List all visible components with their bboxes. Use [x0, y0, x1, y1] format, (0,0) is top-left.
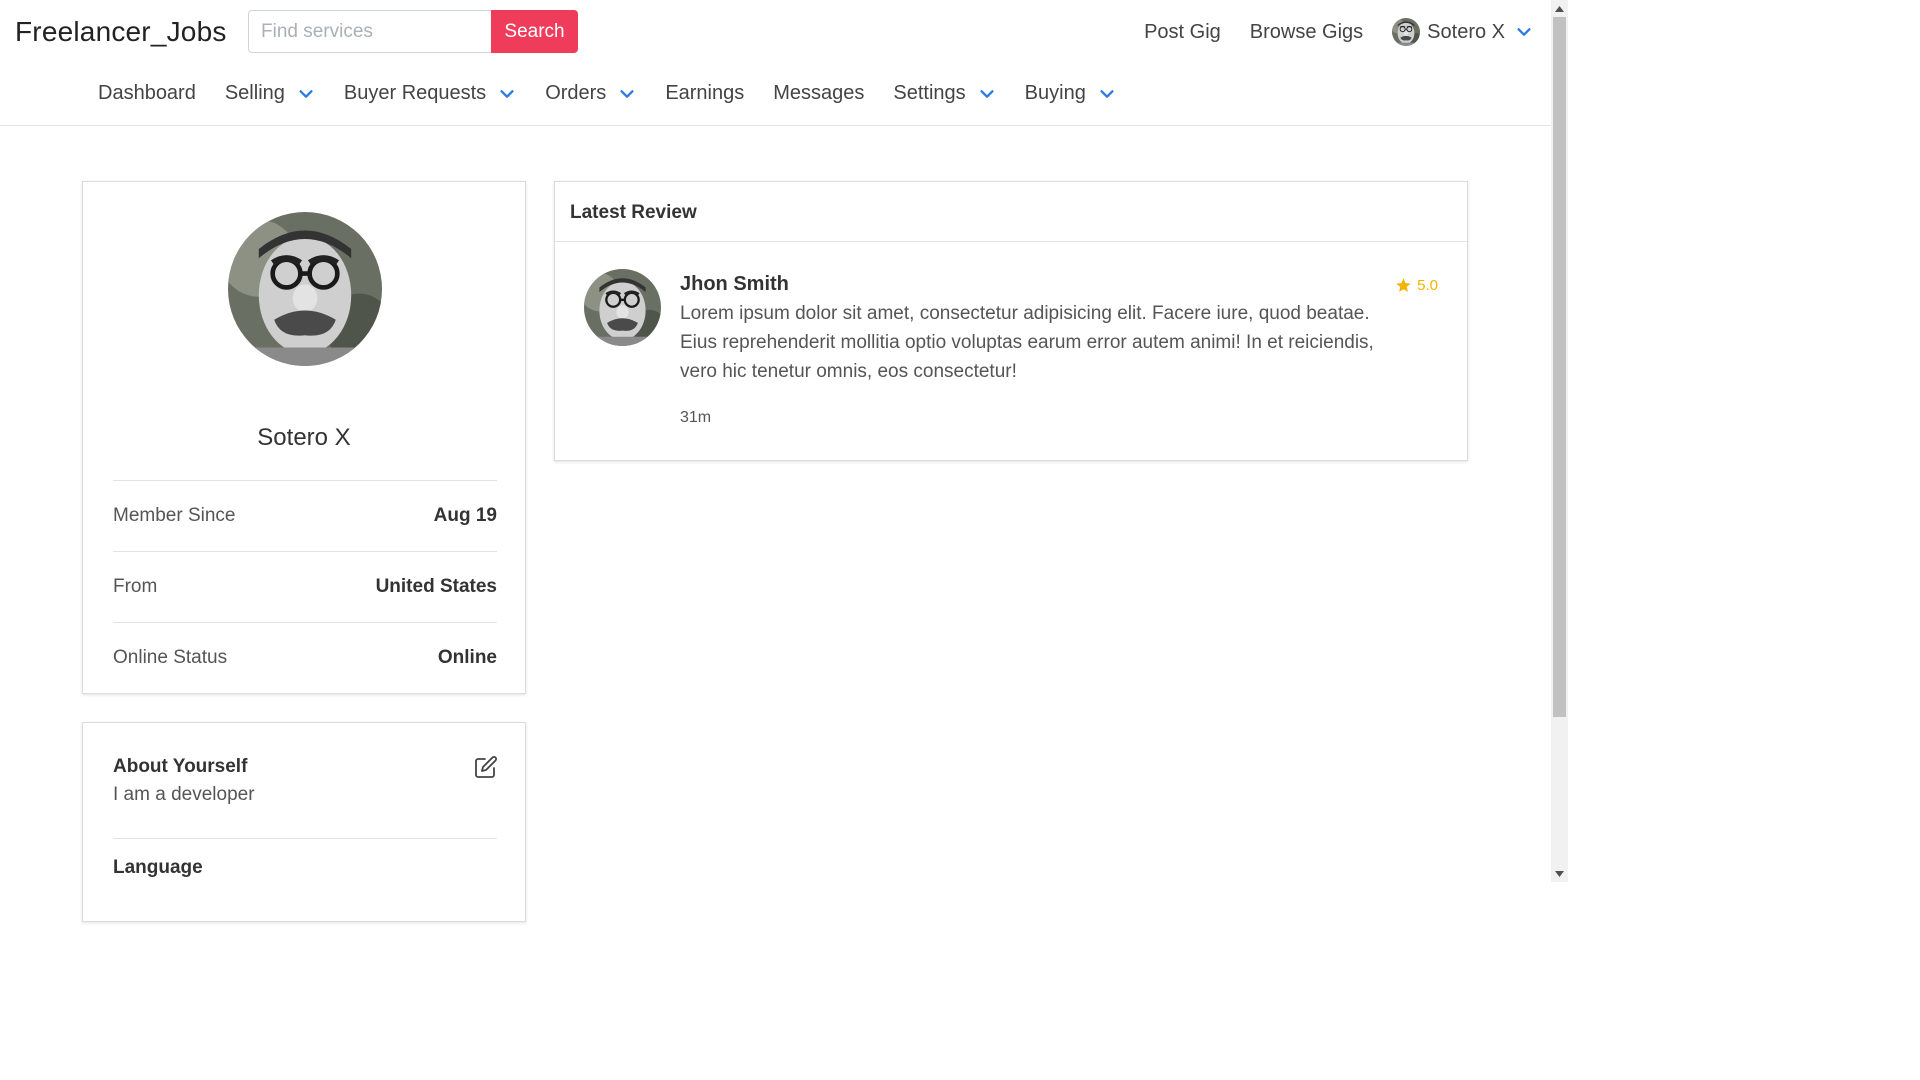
review-time: 31m: [680, 409, 712, 426]
online-status-value: Online: [437, 647, 497, 668]
nav-messages[interactable]: Messages: [773, 82, 864, 105]
nav-buying[interactable]: Buying: [1025, 82, 1116, 105]
profile-card: Sotero X Member Since Aug 19 From United…: [82, 181, 526, 694]
online-status-row: Online Status Online: [113, 622, 497, 693]
header-right-links: Post Gig Browse Gigs Sotero X: [1115, 18, 1533, 46]
member-since-row: Member Since Aug 19: [113, 480, 497, 551]
profile-name: Sotero X: [257, 424, 351, 451]
rating-value: 5.0: [1417, 277, 1438, 294]
nav-orders-label: Orders: [545, 82, 607, 104]
review-rating: 5.0: [1395, 277, 1438, 294]
member-since-value: Aug 19: [433, 505, 497, 526]
profile-avatar: [228, 212, 382, 366]
nav-messages-label: Messages: [773, 82, 865, 104]
brand-logo[interactable]: Freelancer_Jobs: [15, 16, 227, 48]
latest-review-card: Latest Review Jhon Smith 5.0 Lorem ipsum…: [554, 181, 1468, 461]
nav-selling-label: Selling: [224, 82, 285, 104]
divider: [113, 838, 497, 839]
reviewer-avatar: [584, 269, 661, 346]
scroll-up-arrow-icon[interactable]: [1551, 0, 1568, 17]
from-row: From United States: [113, 551, 497, 622]
chevron-down-icon: [618, 85, 636, 103]
nav-orders[interactable]: Orders: [545, 82, 636, 105]
language-title: Language: [113, 857, 203, 878]
chevron-down-icon: [978, 85, 996, 103]
from-label: From: [113, 576, 158, 597]
chevron-down-icon: [297, 85, 315, 103]
user-name: Sotero X: [1427, 20, 1505, 43]
user-menu[interactable]: Sotero X: [1392, 18, 1533, 46]
sub-navigation: Dashboard Selling Buyer Requests Orders …: [98, 82, 1145, 105]
scroll-down-arrow-icon[interactable]: [1551, 865, 1568, 882]
nav-buyer-requests-label: Buyer Requests: [343, 82, 487, 104]
chevron-down-icon: [1098, 85, 1116, 103]
scrollbar-thumb[interactable]: [1553, 17, 1566, 717]
user-avatar: [1392, 18, 1420, 46]
nav-selling[interactable]: Selling: [225, 82, 315, 105]
online-status-label: Online Status: [113, 647, 228, 668]
nav-settings-label: Settings: [893, 82, 966, 104]
nav-earnings-label: Earnings: [665, 82, 745, 104]
nav-dashboard-label: Dashboard: [98, 82, 196, 104]
chevron-down-icon: [498, 85, 516, 103]
review-text: Lorem ipsum dolor sit amet, consectetur …: [680, 303, 1374, 382]
search-input[interactable]: [248, 10, 491, 53]
star-icon: [1396, 278, 1411, 292]
about-title: About Yourself: [113, 756, 248, 777]
browse-gigs-link[interactable]: Browse Gigs: [1250, 21, 1363, 44]
search-button[interactable]: Search: [491, 10, 578, 53]
review-card-header: Latest Review: [555, 182, 1467, 242]
edit-icon[interactable]: [474, 755, 498, 779]
top-navbar: Freelancer_Jobs Search Post Gig Browse G…: [0, 0, 1551, 126]
post-gig-link[interactable]: Post Gig: [1144, 21, 1221, 44]
nav-buying-label: Buying: [1024, 82, 1086, 104]
member-since-label: Member Since: [113, 505, 236, 526]
nav-buyer-requests[interactable]: Buyer Requests: [344, 82, 516, 105]
about-card: About Yourself I am a developer Language: [82, 722, 526, 922]
from-value: United States: [375, 576, 497, 597]
vertical-scrollbar[interactable]: [1551, 0, 1568, 882]
nav-settings[interactable]: Settings: [893, 82, 995, 105]
nav-earnings[interactable]: Earnings: [665, 82, 744, 105]
about-text: I am a developer: [113, 784, 255, 805]
chevron-down-icon: [1515, 23, 1533, 41]
nav-dashboard[interactable]: Dashboard: [98, 82, 196, 105]
search-bar: Search: [248, 10, 578, 53]
reviewer-name: Jhon Smith: [680, 273, 789, 295]
